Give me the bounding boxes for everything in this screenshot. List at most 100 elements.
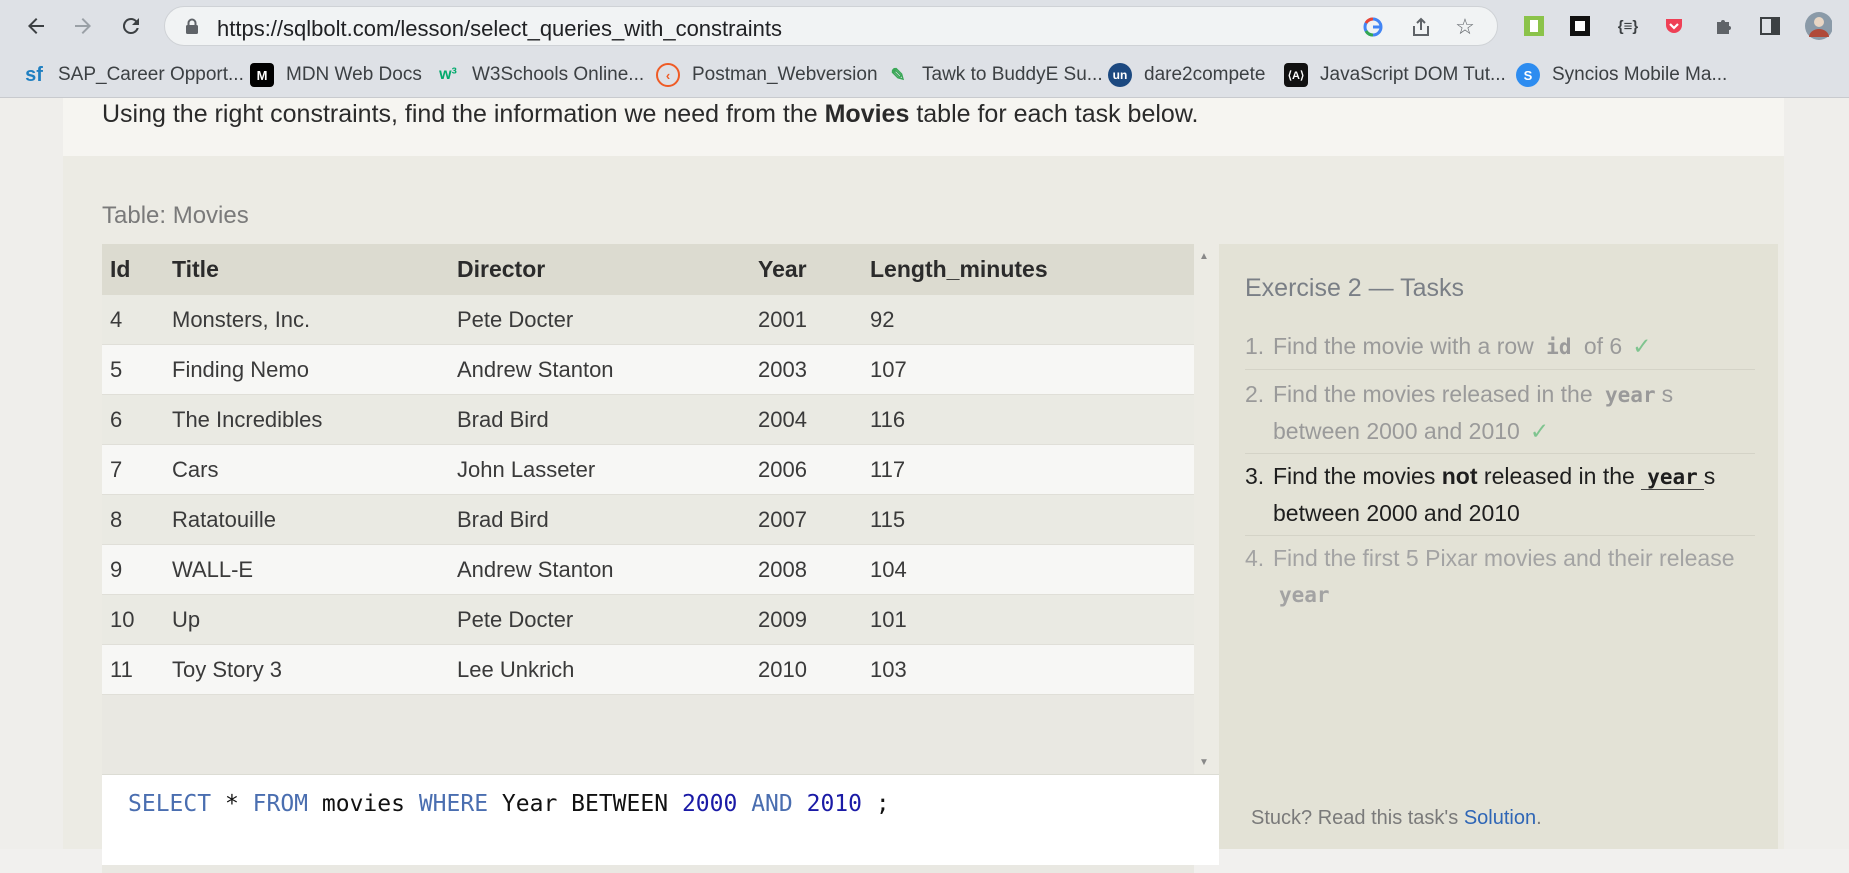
solution-link[interactable]: Solution xyxy=(1464,807,1536,829)
lesson-page: Using the right constraints, find the in… xyxy=(0,98,1849,873)
table-cell: Lee Unkrich xyxy=(456,644,757,695)
scroll-down-arrow-icon[interactable]: ▼ xyxy=(1199,757,1209,768)
tasks-panel: Exercise 2 — Tasks 1. Find the movie with… xyxy=(1219,244,1778,849)
google-icon[interactable] xyxy=(1360,14,1386,40)
table-row: 5 Finding Nemo Andrew Stanton 2003 107 xyxy=(102,344,1194,395)
table-cell: 2009 xyxy=(757,594,869,645)
table-row: 8 Ratatouille Brad Bird 2007 115 xyxy=(102,494,1194,545)
table-caption: Table: Movies xyxy=(102,202,249,229)
table-cell: The Incredibles xyxy=(171,394,456,445)
table-row: 6 The Incredibles Brad Bird 2004 116 xyxy=(102,394,1194,445)
table-cell: 2007 xyxy=(757,494,869,545)
task-complete-check-icon: ✓ xyxy=(1632,333,1652,359)
column-header: Title xyxy=(171,244,456,295)
table-cell: Brad Bird xyxy=(456,494,757,545)
table-cell: 10 xyxy=(102,594,171,645)
table-cell: 2010 xyxy=(757,644,869,695)
task-2[interactable]: 2. Find the movies released in the year s … xyxy=(1245,376,1755,454)
bookmark-w3schools[interactable]: w³ W3Schools Online... xyxy=(436,61,644,89)
table-cell: 107 xyxy=(869,344,1194,395)
task-3-current[interactable]: 3. Find the movies not released in the ye… xyxy=(1245,458,1755,536)
table-cell: 2008 xyxy=(757,544,869,595)
table-row: 4 Monsters, Inc. Pete Docter 2001 92 xyxy=(102,295,1194,345)
bookmark-js-dom[interactable]: ⟨A⟩ JavaScript DOM Tut... xyxy=(1284,61,1506,89)
tawk-icon: ✎ xyxy=(890,64,906,85)
table-cell: 8 xyxy=(102,494,171,545)
table-cell: 103 xyxy=(869,644,1194,695)
w3schools-icon: w³ xyxy=(439,66,457,83)
table-cell: 4 xyxy=(102,295,171,345)
table-cell: 115 xyxy=(869,494,1194,545)
bookmark-star-icon[interactable]: ☆ xyxy=(1452,14,1478,40)
table-scrollbar[interactable] xyxy=(1194,244,1212,773)
table-cell: 104 xyxy=(869,544,1194,595)
table-cell: Andrew Stanton xyxy=(456,544,757,595)
lock-icon xyxy=(185,18,199,34)
table-cell: Monsters, Inc. xyxy=(171,295,456,345)
table-cell: 6 xyxy=(102,394,171,445)
jsdom-icon: ⟨A⟩ xyxy=(1284,63,1308,87)
reload-icon[interactable] xyxy=(115,10,147,42)
table-row: 7 Cars John Lasseter 2006 117 xyxy=(102,444,1194,495)
scroll-up-arrow-icon[interactable]: ▲ xyxy=(1199,251,1209,262)
table-cell: 116 xyxy=(869,394,1194,445)
table-cell: 9 xyxy=(102,544,171,595)
table-cell: Up xyxy=(171,594,456,645)
unstop-icon: un xyxy=(1108,63,1132,87)
bookmark-mdn[interactable]: M MDN Web Docs xyxy=(250,61,422,89)
sap-icon: sf xyxy=(25,63,43,86)
table-cell: 117 xyxy=(869,444,1194,495)
table-cell: Pete Docter xyxy=(456,295,757,345)
extensions-puzzle-icon[interactable] xyxy=(1710,12,1738,40)
postman-icon: ‹ xyxy=(656,63,680,87)
mdn-icon: M xyxy=(250,63,274,87)
back-icon[interactable] xyxy=(20,10,52,42)
url-text[interactable]: https://sqlbolt.com/lesson/select_querie… xyxy=(217,16,782,42)
forward-icon[interactable] xyxy=(67,10,99,42)
table-cell: Andrew Stanton xyxy=(456,344,757,395)
task-4[interactable]: 4. Find the first 5 Pixar movies and thei… xyxy=(1245,540,1755,617)
table-row: 10 Up Pete Docter 2009 101 xyxy=(102,594,1194,645)
profile-avatar[interactable] xyxy=(1804,12,1832,40)
task-complete-check-icon: ✓ xyxy=(1529,418,1550,444)
table-cell: Pete Docter xyxy=(456,594,757,645)
table-header-row: Id Title Director Year Length_minutes xyxy=(102,244,1194,295)
bookmark-tawk[interactable]: ✎ Tawk to BuddyE Su... xyxy=(886,61,1102,89)
table-cell: 2006 xyxy=(757,444,869,495)
table-cell: 2003 xyxy=(757,344,869,395)
table-cell: 2004 xyxy=(757,394,869,445)
table-cell: 101 xyxy=(869,594,1194,645)
column-header: Length_minutes xyxy=(869,244,1194,295)
address-bar[interactable]: https://sqlbolt.com/lesson/select_querie… xyxy=(164,6,1498,46)
table-cell: Brad Bird xyxy=(456,394,757,445)
browser-toolbar: https://sqlbolt.com/lesson/select_querie… xyxy=(0,0,1849,52)
table-cell: 2001 xyxy=(757,295,869,345)
table-row: 9 WALL-E Andrew Stanton 2008 104 xyxy=(102,544,1194,595)
query-editor[interactable]: SELECT * FROM movies WHERE Year BETWEEN … xyxy=(102,774,1219,865)
task-1[interactable]: 1. Find the movie with a row id of 6 ✓ xyxy=(1245,328,1755,370)
query-text[interactable]: SELECT * FROM movies WHERE Year BETWEEN … xyxy=(128,791,890,817)
pocket-icon[interactable] xyxy=(1660,12,1688,40)
bookmark-sap[interactable]: sf SAP_Career Opport... xyxy=(22,61,244,89)
bookmark-dare2compete[interactable]: un dare2compete xyxy=(1108,61,1265,89)
syncios-icon: S xyxy=(1516,63,1540,87)
table-cell: John Lasseter xyxy=(456,444,757,495)
bookmark-syncios[interactable]: S Syncios Mobile Ma... xyxy=(1516,61,1727,89)
bookmark-postman[interactable]: ‹ Postman_Webversion xyxy=(656,61,878,89)
json-viewer-icon[interactable]: {≡} xyxy=(1614,12,1642,40)
table-cell: 5 xyxy=(102,344,171,395)
movies-table: Id Title Director Year Length_minutes 4 Monst… xyxy=(102,244,1194,695)
table-cell: Ratatouille xyxy=(171,494,456,545)
side-panel-icon[interactable] xyxy=(1756,12,1784,40)
solution-hint: Stuck? Read this task's Solution. xyxy=(1251,807,1542,829)
extension-green-icon[interactable] xyxy=(1520,12,1548,40)
table-cell: 11 xyxy=(102,644,171,695)
table-cell: 92 xyxy=(869,295,1194,345)
table-cell: Finding Nemo xyxy=(171,344,456,395)
table-cell: 7 xyxy=(102,444,171,495)
column-header: Id xyxy=(102,244,171,295)
bookmarks-bar: sf SAP_Career Opport... M MDN Web Docs w… xyxy=(0,52,1849,98)
table-cell: WALL-E xyxy=(171,544,456,595)
extension-square-icon[interactable] xyxy=(1566,12,1594,40)
share-icon[interactable] xyxy=(1408,14,1434,40)
